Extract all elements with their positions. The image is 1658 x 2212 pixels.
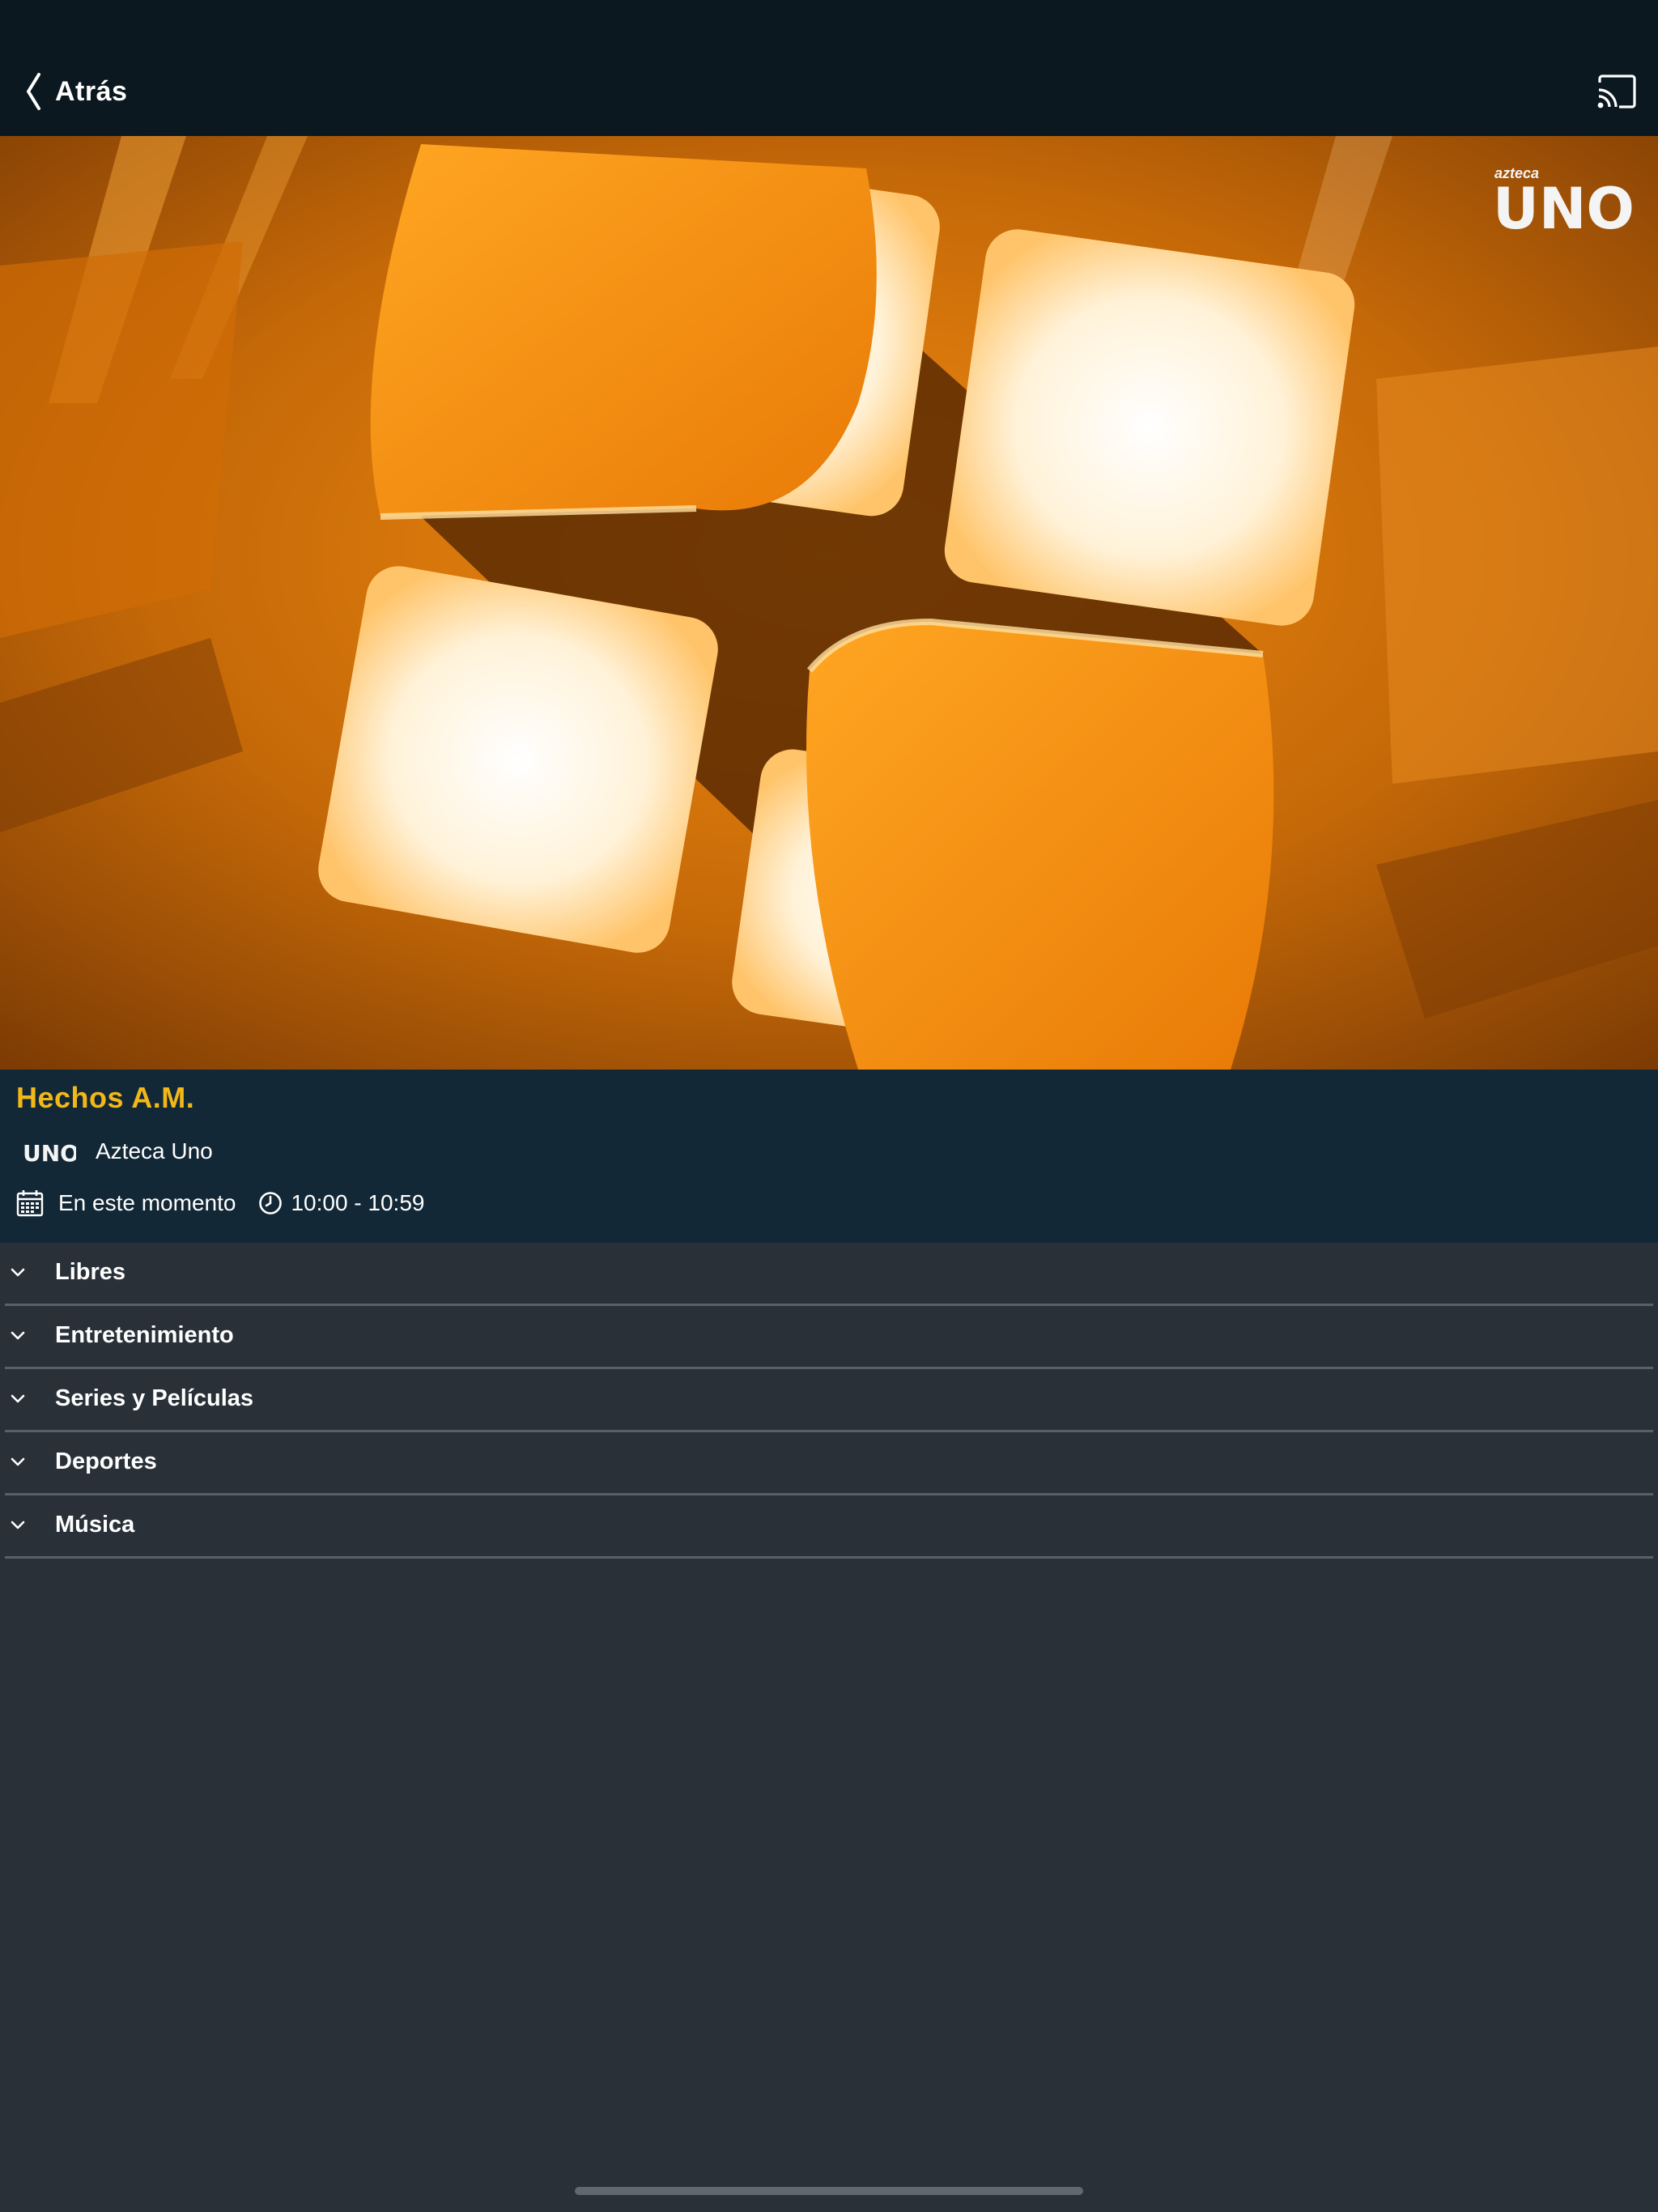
calendar-icon [16, 1190, 44, 1217]
channel-row: UNO Azteca Uno [23, 1131, 213, 1172]
time-range: 10:00 - 10:59 [291, 1190, 425, 1215]
program-title: Hechos A.M. [16, 1081, 195, 1114]
date-text: En este momento [58, 1190, 236, 1215]
watermark-big-text: UNO [1493, 177, 1635, 235]
top-bar: Atrás [0, 0, 1658, 136]
video-player[interactable]: azteca UNO [0, 136, 1658, 1070]
channel-watermark: azteca UNO [1493, 165, 1640, 235]
video-frame [0, 136, 1658, 1070]
category-label: Series y Películas [55, 1385, 254, 1411]
back-label: Atrás [55, 75, 128, 107]
category-label: Deportes [55, 1448, 157, 1474]
category-label: Música [55, 1512, 135, 1538]
category-label: Libres [55, 1259, 126, 1285]
channel-logo: UNO [23, 1140, 76, 1167]
chevron-down-icon [11, 1394, 25, 1403]
category-label: Entretenimiento [55, 1322, 234, 1348]
chevron-down-icon [11, 1268, 25, 1277]
clock-icon [259, 1192, 283, 1214]
cast-icon [1597, 74, 1636, 108]
category-musica[interactable]: Música [5, 1495, 1653, 1559]
back-button[interactable]: Atrás [24, 71, 127, 112]
azteca-uno-logo: UNO [1493, 177, 1635, 235]
channel-name: Azteca Uno [96, 1138, 213, 1163]
category-libres[interactable]: Libres [5, 1243, 1653, 1306]
category-series-y-peliculas[interactable]: Series y Películas [5, 1369, 1653, 1432]
chevron-down-icon [11, 1457, 25, 1466]
cast-button[interactable] [1596, 74, 1637, 108]
chevron-left-icon [27, 73, 40, 110]
home-indicator[interactable] [575, 2187, 1083, 2195]
program-info: Hechos A.M. UNO Azteca Uno En este momen… [0, 1070, 1658, 1243]
category-list: Libres Entretenimiento Series y Película… [0, 1243, 1658, 1559]
chevron-down-icon [11, 1521, 25, 1529]
channel-logo-text: UNO [23, 1140, 76, 1167]
category-deportes[interactable]: Deportes [5, 1432, 1653, 1495]
chevron-down-icon [11, 1331, 25, 1340]
category-entretenimiento[interactable]: Entretenimiento [5, 1306, 1653, 1369]
schedule-row: En este momento 10:00 - 10:59 [16, 1183, 424, 1223]
